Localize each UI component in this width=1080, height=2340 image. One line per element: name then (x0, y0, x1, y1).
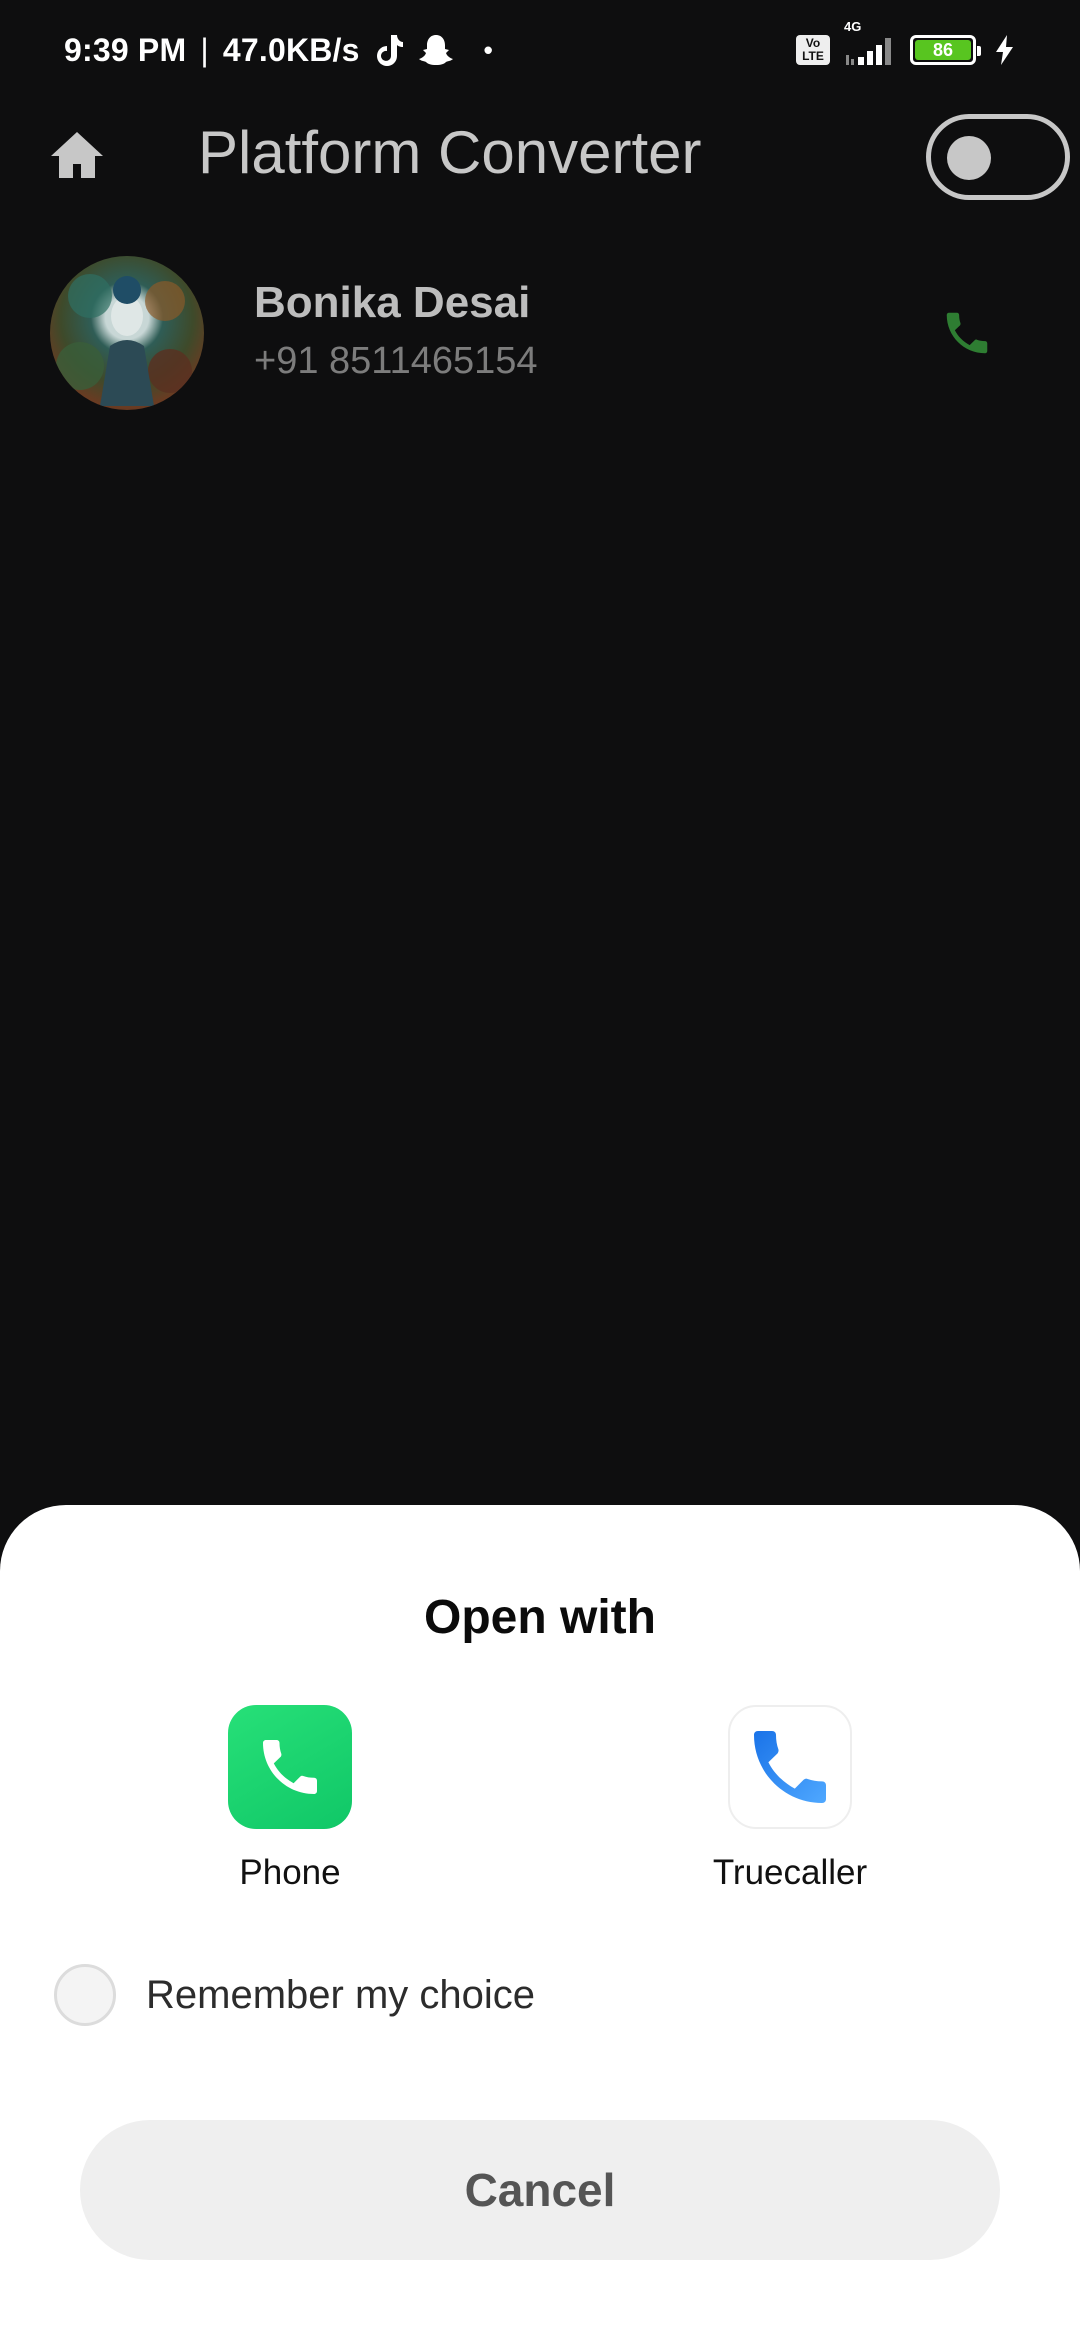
remember-choice-row[interactable]: Remember my choice (54, 1963, 535, 2027)
status-time: 9:39 PM (64, 31, 187, 68)
open-with-sheet: Open with Phone Truecaller Remember my c… (0, 1505, 1080, 2340)
status-left: 9:39 PM | 47.0KB/s • (64, 32, 493, 69)
contact-number: +91 8511465154 (254, 340, 538, 382)
contact-row[interactable]: Bonika Desai +91 8511465154 (0, 248, 1080, 418)
toggle-knob (947, 136, 991, 180)
signal-icon: 4G (842, 19, 898, 67)
status-separator: | (200, 31, 209, 68)
sheet-title: Open with (424, 1591, 656, 1644)
option-truecaller-label: Truecaller (712, 1853, 868, 1892)
avatar (50, 256, 204, 410)
truecaller-icon (728, 1705, 852, 1829)
app-title: Platform Converter (198, 119, 702, 186)
status-dot: • (483, 34, 493, 65)
home-button[interactable] (44, 122, 110, 188)
option-truecaller[interactable]: Truecaller (640, 1705, 940, 1915)
app-bar: Platform Converter (0, 100, 1080, 212)
option-phone-label: Phone (239, 1853, 341, 1892)
battery-level: 86 (915, 40, 971, 60)
home-icon (51, 132, 103, 178)
status-bar: 9:39 PM | 47.0KB/s • Vo LTE 4G 86 (0, 0, 1080, 100)
charging-icon (994, 34, 1016, 66)
cancel-button[interactable]: Cancel (80, 2120, 1000, 2260)
remember-choice-label: Remember my choice (146, 1972, 536, 2017)
phone-icon (946, 312, 988, 354)
status-speed: 47.0KB/s (222, 31, 360, 68)
theme-toggle[interactable] (926, 114, 1070, 200)
network-type: 4G (844, 19, 862, 34)
status-right: Vo LTE 4G 86 (796, 19, 1016, 67)
tiktok-icon (374, 33, 404, 67)
call-button[interactable] (932, 298, 1002, 368)
remember-choice-checkbox[interactable] (54, 1964, 116, 2026)
volte-bottom: LTE (802, 49, 824, 63)
phone-app-icon (228, 1705, 352, 1829)
volte-icon: Vo LTE (796, 35, 830, 65)
battery-icon: 86 (910, 35, 981, 65)
option-phone[interactable]: Phone (140, 1705, 440, 1915)
contact-name: Bonika Desai (254, 278, 531, 327)
snapchat-icon (418, 33, 454, 67)
